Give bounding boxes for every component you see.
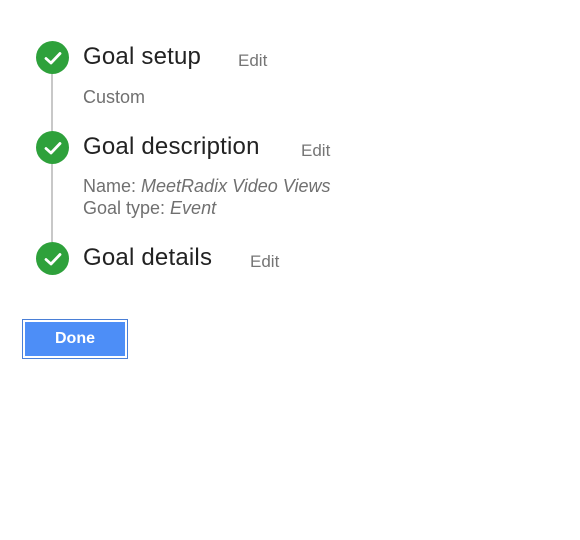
step-connector [51,162,53,242]
done-button-label: Done [25,322,125,356]
step-title: Goal details [83,244,213,271]
edit-link[interactable]: Edit [301,141,330,161]
checkmark-circle-icon [36,242,69,275]
edit-link[interactable]: Edit [250,252,279,272]
done-button[interactable]: Done [22,319,128,359]
goal-type-value: Event [170,198,217,218]
goal-type-label: Goal type: [83,198,171,218]
goal-type-line: Goal type: Event [83,197,330,219]
step-title: Goal setup [83,43,202,70]
step-title: Goal description [83,133,260,160]
step-connector [51,72,53,132]
goal-name-line: Name: MeetRadix Video Views [83,175,330,197]
checkmark-circle-icon [36,41,69,74]
checkmark-circle-icon [36,131,69,164]
goal-name-label: Name: [83,176,142,196]
goal-steps-panel: Goal setup Edit Custom Goal description … [0,0,580,540]
step-summary: Name: MeetRadix Video Views Goal type: E… [83,175,330,219]
step-summary: Custom [83,86,145,108]
goal-name-value: MeetRadix Video Views [141,176,331,196]
edit-link[interactable]: Edit [238,51,267,71]
goal-type-value: Custom [83,87,146,107]
